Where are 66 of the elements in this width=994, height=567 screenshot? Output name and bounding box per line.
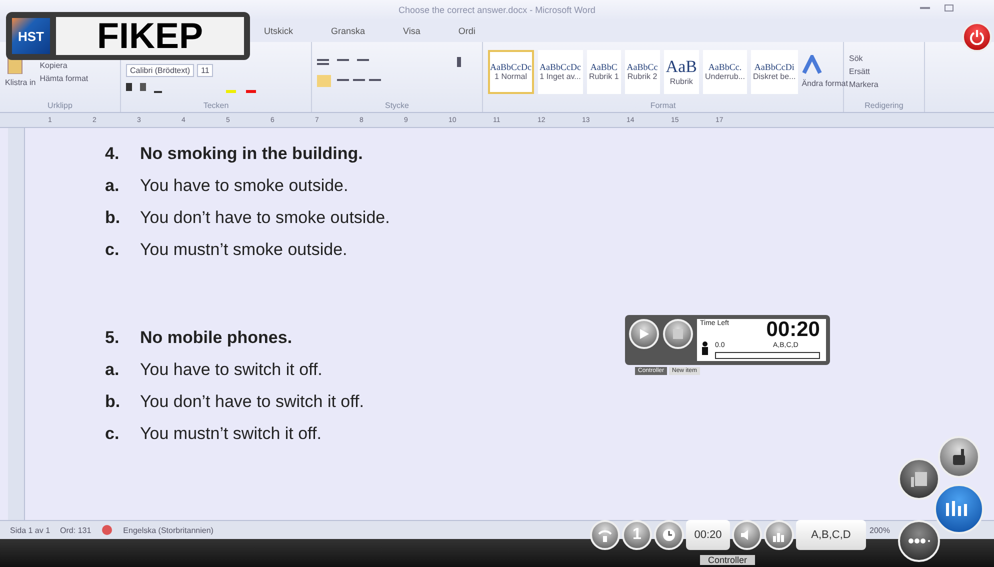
copy-button[interactable]: Kopiera xyxy=(40,60,88,70)
power-icon xyxy=(969,29,985,45)
option-letter: a. xyxy=(105,176,120,196)
logo: HST xyxy=(12,18,50,54)
style-item[interactable]: AaBbCcDi Diskret be... xyxy=(751,50,798,94)
window-icon xyxy=(910,471,928,487)
minimize-icon[interactable] xyxy=(920,4,930,12)
window-title: Choose the correct answer.docx - Microsoft Word xyxy=(398,5,596,15)
group-label: Stycke xyxy=(384,101,410,112)
option-text: You don’t have to smoke outside. xyxy=(140,208,390,228)
question-text: No smoking in the building. xyxy=(140,144,363,164)
time-display: 00:20 xyxy=(686,520,730,550)
option-letter: a. xyxy=(105,360,120,380)
language-label[interactable]: Engelska (Storbritannien) xyxy=(123,526,214,534)
page-count: Sida 1 av 1 xyxy=(10,526,50,534)
stop-button[interactable] xyxy=(663,319,693,349)
ribbon-tab[interactable]: Granska xyxy=(327,24,370,38)
replace-button[interactable]: Ersätt xyxy=(849,67,878,76)
format-painter-button[interactable]: Hämta format xyxy=(40,74,88,82)
font-name-field[interactable]: Calibri (Brödtext) xyxy=(126,64,194,77)
controller-label: Controller xyxy=(700,555,756,565)
group-label: Tecken xyxy=(202,101,230,112)
option-letter: c. xyxy=(105,240,120,260)
hand-icon xyxy=(950,448,968,466)
ribbon-tab[interactable]: Utskick xyxy=(260,24,297,38)
style-item[interactable]: AaBbCc Rubrik 2 xyxy=(624,50,660,94)
font-size-field[interactable]: 11 xyxy=(197,64,214,77)
option-text: You mustn’t switch it off. xyxy=(140,424,322,444)
paste-button[interactable]: Klistra in xyxy=(5,78,36,87)
restore-icon[interactable] xyxy=(944,4,954,12)
group-label: Format xyxy=(649,101,677,112)
option-text: You don’t have to switch it off. xyxy=(140,392,364,412)
group-label: Urklipp xyxy=(46,101,74,112)
style-item[interactable]: AaBbCcDc 1 Inget av... xyxy=(538,50,583,94)
question-number: 5. xyxy=(105,328,120,348)
option-text: You have to smoke outside. xyxy=(140,176,348,196)
person-icon xyxy=(701,341,709,355)
style-item[interactable]: AaBbCc. Underrub... xyxy=(702,50,747,94)
question-number: 4. xyxy=(105,144,120,164)
timer-value: 00:20 xyxy=(766,320,820,340)
play-icon xyxy=(638,328,650,340)
style-item[interactable]: AaBbCcDc 1 Normal xyxy=(488,50,534,94)
clock-icon xyxy=(662,528,676,542)
signal-icon xyxy=(598,528,612,542)
option-text: You have to switch it off. xyxy=(140,360,322,380)
ribbon-tab[interactable]: Ordi xyxy=(454,24,480,38)
style-item[interactable]: AaBbC Rubrik 1 xyxy=(587,50,621,94)
word-count: Ord: 131 xyxy=(60,526,92,534)
more-icon xyxy=(908,538,930,544)
option-letter: b. xyxy=(105,208,122,228)
zoom-level: 200% xyxy=(870,526,890,534)
option-text: You mustn’t smoke outside. xyxy=(140,240,348,260)
option-letter: c. xyxy=(105,424,120,444)
select-button[interactable]: Markera xyxy=(849,80,878,89)
proofing-icon[interactable] xyxy=(101,524,114,536)
banner-title: FIKEP xyxy=(56,17,244,55)
group-label: Redigering xyxy=(864,101,904,112)
style-item[interactable]: AaB Rubrik xyxy=(664,50,699,94)
stop-icon xyxy=(673,329,683,339)
answer-display: A,B,C,D xyxy=(796,520,866,550)
change-styles-button[interactable]: Ändra format xyxy=(802,79,848,88)
play-button[interactable] xyxy=(629,319,659,349)
ribbon-tab[interactable]: Visa xyxy=(399,24,424,38)
question-text: No mobile phones. xyxy=(140,328,292,348)
find-button[interactable]: Sök xyxy=(849,54,878,63)
option-letter: b. xyxy=(105,392,122,412)
